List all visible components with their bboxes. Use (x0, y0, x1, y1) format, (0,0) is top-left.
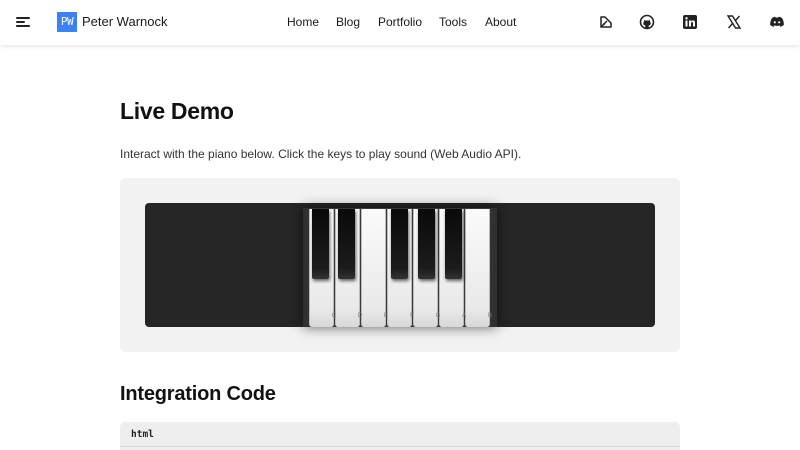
key-label: E (383, 313, 389, 319)
key-label: B (487, 313, 493, 319)
nav-portfolio[interactable]: Portfolio (378, 15, 422, 29)
logo-badge[interactable]: PW (57, 12, 77, 32)
x-icon[interactable] (726, 14, 742, 30)
site-name-link[interactable]: Peter Warnock (82, 14, 168, 29)
hamburger-menu-icon[interactable] (16, 14, 30, 30)
key-label: A (461, 313, 467, 319)
key-label: G (435, 313, 442, 319)
key-label: F (410, 313, 415, 319)
page-title: Live Demo (120, 98, 234, 124)
nav-home[interactable]: Home (287, 15, 319, 29)
nav-tools[interactable]: Tools (439, 15, 467, 29)
nav-about[interactable]: About (485, 15, 516, 29)
piano-key-a-sharp[interactable] (445, 209, 462, 279)
code-divider (120, 446, 680, 447)
code-language-label: html (131, 429, 154, 440)
piano-key-c-sharp[interactable] (312, 209, 329, 279)
linkedin-icon[interactable] (682, 14, 698, 30)
top-header: PW Peter Warnock Home Blog Portfolio Too… (0, 0, 800, 45)
key-label: C (331, 313, 338, 319)
piano-key-e[interactable] (361, 209, 386, 327)
key-label: D (357, 313, 364, 319)
piano-key-f-sharp[interactable] (391, 209, 408, 279)
design-tool-icon[interactable] (598, 14, 614, 30)
integration-code-heading: Integration Code (120, 383, 276, 405)
piano-key-d-sharp[interactable] (338, 209, 355, 279)
discord-icon[interactable] (769, 14, 785, 30)
demo-description: Interact with the piano below. Click the… (120, 147, 522, 161)
nav-blog[interactable]: Blog (336, 15, 360, 29)
piano-key-g-sharp[interactable] (418, 209, 435, 279)
piano-key-b[interactable] (465, 209, 490, 327)
github-icon[interactable] (639, 14, 655, 30)
